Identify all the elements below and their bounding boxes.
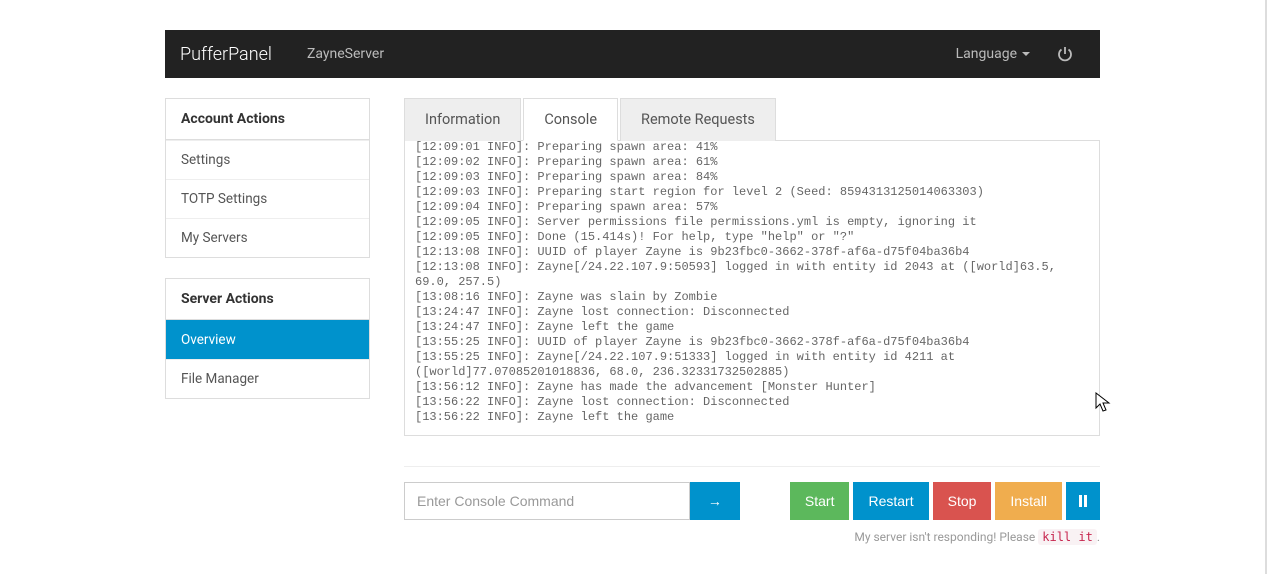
stop-button[interactable]: Stop bbox=[933, 482, 992, 520]
console-command-input[interactable] bbox=[404, 482, 690, 520]
sidebar-item-my-servers[interactable]: My Servers bbox=[166, 218, 369, 257]
caret-down-icon bbox=[1022, 52, 1030, 56]
account-actions-panel: Account Actions Settings TOTP Settings M… bbox=[165, 98, 370, 258]
start-button[interactable]: Start bbox=[790, 482, 850, 520]
language-dropdown[interactable]: Language bbox=[941, 46, 1045, 62]
sidebar-item-totp[interactable]: TOTP Settings bbox=[166, 179, 369, 218]
language-label: Language bbox=[956, 46, 1017, 62]
tab-information[interactable]: Information bbox=[404, 98, 521, 141]
install-button[interactable]: Install bbox=[995, 482, 1062, 520]
pause-button[interactable] bbox=[1066, 482, 1100, 520]
power-icon[interactable] bbox=[1045, 46, 1085, 62]
nav-tabs: Information Console Remote Requests bbox=[404, 98, 1100, 141]
sidebar-item-settings[interactable]: Settings bbox=[166, 140, 369, 179]
server-control-buttons: Start Restart Stop Install bbox=[790, 482, 1100, 520]
kill-it-link[interactable]: kill it bbox=[1038, 529, 1097, 545]
tab-console[interactable]: Console bbox=[523, 98, 618, 141]
server-actions-heading: Server Actions bbox=[166, 279, 369, 320]
account-actions-heading: Account Actions bbox=[166, 99, 369, 140]
server-actions-panel: Server Actions Overview File Manager bbox=[165, 278, 370, 399]
sidebar-item-overview[interactable]: Overview bbox=[166, 320, 369, 359]
send-command-button[interactable]: → bbox=[690, 482, 740, 520]
sidebar: Account Actions Settings TOTP Settings M… bbox=[165, 98, 370, 544]
sidebar-item-file-manager[interactable]: File Manager bbox=[166, 359, 369, 398]
restart-button[interactable]: Restart bbox=[853, 482, 928, 520]
console-output[interactable]: [12:09:01 INFO]: Preparing spawn area: 4… bbox=[404, 141, 1100, 436]
main-content: Information Console Remote Requests [12:… bbox=[404, 98, 1100, 544]
navbar: PufferPanel ZayneServer Language bbox=[165, 30, 1100, 78]
tab-remote-requests[interactable]: Remote Requests bbox=[620, 98, 776, 141]
brand-logo[interactable]: PufferPanel bbox=[180, 44, 292, 65]
kill-server-text: My server isn't responding! Please kill … bbox=[790, 530, 1100, 544]
server-name-link[interactable]: ZayneServer bbox=[292, 46, 399, 62]
console-input-group: → bbox=[404, 482, 740, 520]
pause-icon bbox=[1078, 495, 1088, 507]
